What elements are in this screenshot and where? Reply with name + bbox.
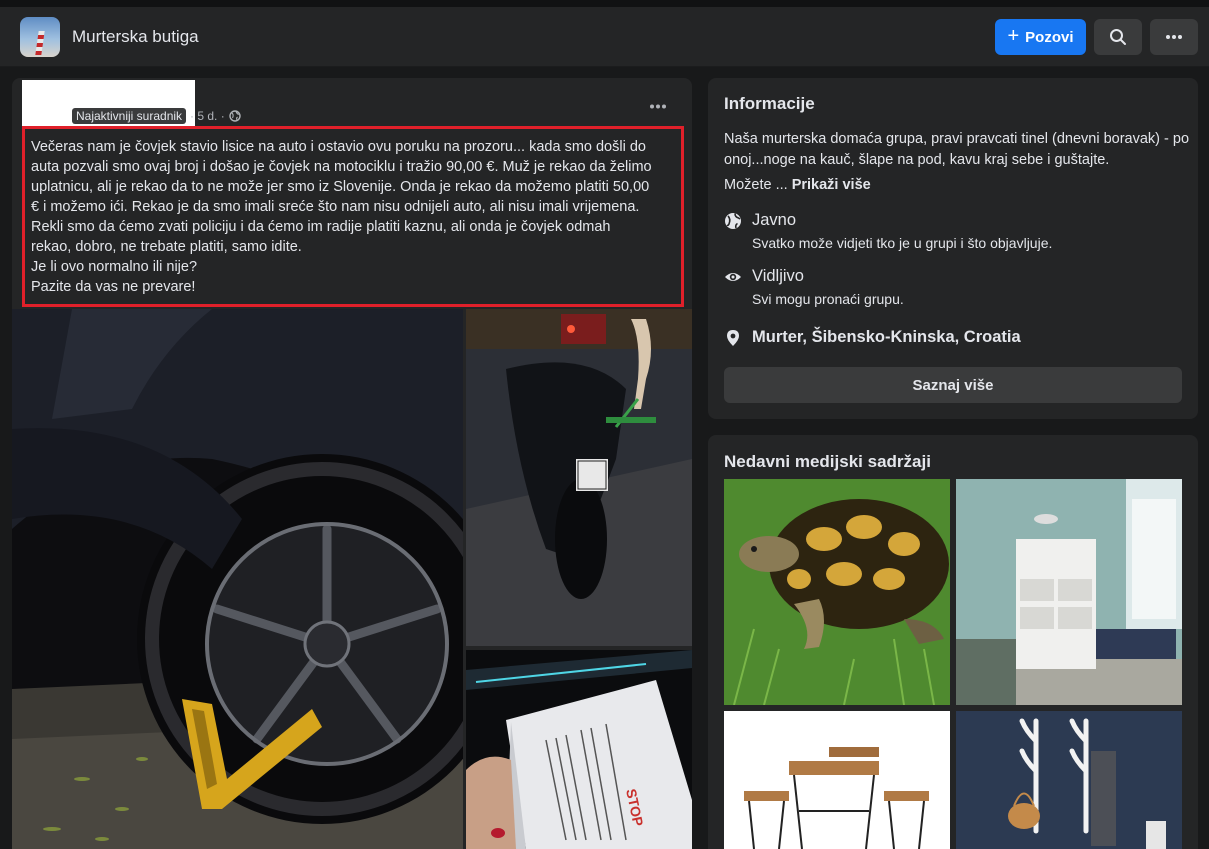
photo-wheel-clamp[interactable] (12, 309, 463, 849)
globe-icon (725, 213, 741, 229)
group-header-bar: Murterska butiga + Pozovi (0, 7, 1209, 67)
privacy-description: Svatko može vidjeti tko je u grupi i što… (752, 235, 1053, 251)
post-text-line: Pazite da vas ne prevare! (31, 279, 196, 295)
window-top-strip (0, 0, 1209, 7)
location-pin-icon (727, 330, 739, 346)
about-title: Informacije (724, 94, 815, 113)
group-location[interactable]: Murter, Šibensko-Kninska, Croatia (752, 328, 1021, 347)
media-thumb-garden-furniture[interactable] (724, 711, 950, 849)
more-options-button[interactable] (1150, 19, 1198, 55)
group-description: Naša murterska domaća grupa, pravi pravc… (724, 131, 1190, 168)
learn-more-button[interactable]: Saznaj više (724, 367, 1182, 403)
post-text-line: Večeras nam je čovjek stavio lisice na a… (31, 139, 646, 155)
search-icon (1110, 29, 1126, 45)
recent-media-card: Nedavni medijski sadržaji (708, 435, 1198, 849)
post-time[interactable]: · 5 d. · (190, 109, 225, 123)
visibility-description: Svi mogu pronaći grupu. (752, 291, 904, 307)
more-horizontal-icon (1166, 35, 1182, 39)
group-about-card: Informacije Naša murterska domaća grupa,… (708, 78, 1198, 419)
eye-icon (725, 273, 741, 281)
media-thumb-coat-hooks[interactable] (956, 711, 1182, 849)
post-text-line: uplatnicu, ali je rekao da to ne može je… (31, 179, 650, 195)
privacy-title: Javno (752, 211, 797, 229)
description-truncated: Možete ... (724, 177, 788, 193)
post-more-button[interactable] (646, 94, 670, 118)
photo-parking-note[interactable]: STOP (466, 650, 692, 849)
post-text-line: € i možemo ići. Rekao je da smo imali sr… (31, 199, 640, 215)
globe-icon (229, 110, 241, 122)
post-photo-grid: STOP (12, 309, 692, 849)
plus-icon: + (1007, 25, 1020, 47)
media-thumb-living-room[interactable] (956, 479, 1182, 705)
post-meta: Najaktivniji suradnik · 5 d. · (72, 108, 241, 124)
photo-motorcycle-night[interactable] (466, 309, 692, 646)
post-text-line: rekao, dobro, ne trebate platiti, samo i… (31, 239, 302, 255)
post-text-line: Je li ovo normalno ili nije? (31, 259, 198, 275)
invite-button[interactable]: + Pozovi (995, 19, 1086, 55)
media-thumb-tortoise[interactable] (724, 479, 950, 705)
more-horizontal-icon (650, 104, 666, 108)
post-card: Najaktivniji suradnik · 5 d. · Večeras n… (12, 78, 692, 849)
top-contributor-badge: Najaktivniji suradnik (72, 108, 187, 124)
description-more-line: Možete ... Prikaži više (724, 177, 871, 193)
visibility-title: Vidljivo (752, 267, 804, 285)
invite-label: Pozovi (1025, 28, 1074, 46)
group-name[interactable]: Murterska butiga (72, 27, 199, 47)
recent-media-title: Nedavni medijski sadržaji (724, 452, 931, 471)
post-text-highlighted: Večeras nam je čovjek stavio lisice na a… (22, 126, 684, 307)
post-text-line: auta pozvali smo ovaj broj i došao je čo… (31, 159, 652, 175)
show-more-link[interactable]: Prikaži više (792, 177, 871, 193)
group-avatar[interactable] (20, 17, 60, 57)
post-text-line: Rekli smo da ćemo zvati policiju i da će… (31, 219, 611, 235)
search-button[interactable] (1094, 19, 1142, 55)
